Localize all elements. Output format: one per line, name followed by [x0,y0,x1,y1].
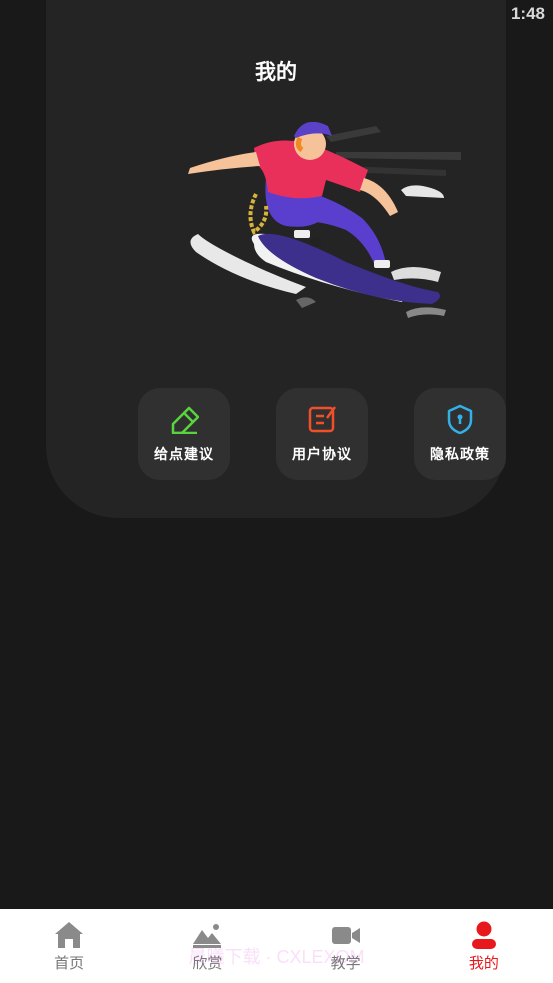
nav-label-mine: 我的 [468,953,499,972]
nav-item-teaching[interactable]: 教学 [286,920,406,973]
feedback-button[interactable]: 给点建议 [138,388,230,480]
privacy-shield-icon [447,404,473,434]
page-title: 我的 [255,60,297,84]
nav-label-home: 首页 [54,953,85,972]
nav-label-appreciate: 欣赏 [192,953,223,972]
nav-item-appreciate[interactable]: 欣赏 [147,920,267,973]
profile-card: 我的 给点建议 用户协议 隐私政策 [46,0,506,518]
user-agreement-button[interactable]: 用户协议 [276,388,368,480]
landscape-icon [193,923,222,948]
skateboarder-illustration [188,122,461,318]
user-agreement-label: 用户协议 [292,447,352,463]
privacy-policy-label: 隐私政策 [430,447,490,463]
nav-label-teaching: 教学 [330,953,361,972]
agreement-edit-icon [308,406,337,433]
action-row: 给点建议 用户协议 隐私政策 [138,388,506,480]
bottom-nav: 首页 欣赏 教学 我的 晨曦下载 · CXLEXOM [0,909,553,983]
person-icon [471,921,496,949]
status-time: 1:48 [510,4,545,23]
nav-item-mine[interactable]: 我的 [424,920,544,973]
privacy-policy-button[interactable]: 隐私政策 [414,388,506,480]
feedback-pen-icon [171,406,199,434]
home-icon [55,921,84,948]
feedback-label: 给点建议 [154,447,214,463]
nav-item-home[interactable]: 首页 [9,920,129,973]
video-camera-icon [331,926,360,944]
